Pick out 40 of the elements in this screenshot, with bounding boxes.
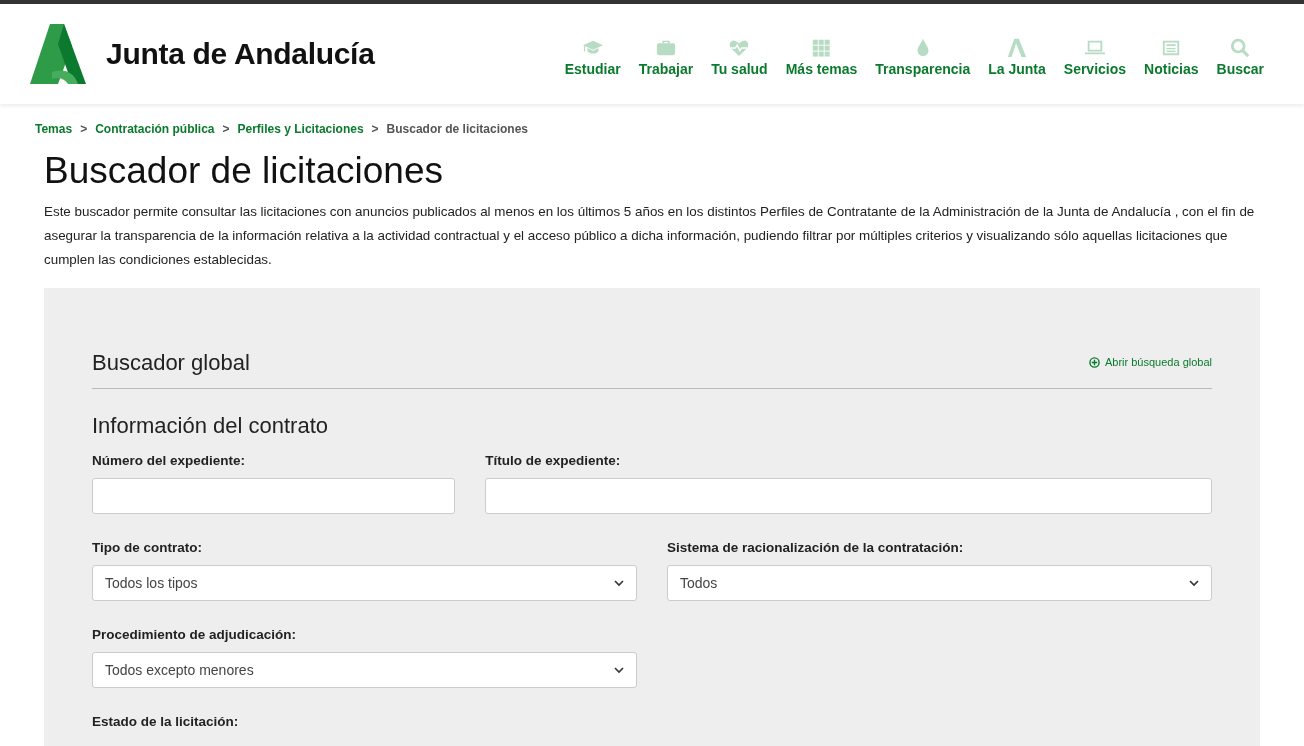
field-label: Número del expediente: bbox=[92, 453, 247, 468]
field-label: Sistema de racionalización de la contratación: bbox=[667, 540, 965, 555]
nav-link[interactable]: Transparencia bbox=[875, 37, 971, 77]
nav-link[interactable]: Tu salud bbox=[711, 37, 768, 77]
chevron-down-icon bbox=[614, 666, 624, 674]
text-field[interactable] bbox=[485, 478, 1212, 514]
nav-link[interactable]: Estudiar bbox=[564, 37, 621, 77]
dropdown[interactable]: Todos excepto menores bbox=[92, 652, 637, 688]
breadcrumb-link[interactable]: Contratación pública bbox=[95, 122, 215, 136]
panel-title: Buscador global bbox=[92, 350, 250, 376]
nav-link[interactable]: Servicios bbox=[1063, 37, 1127, 77]
nav-link[interactable]: Buscar bbox=[1216, 37, 1264, 77]
dropdown[interactable]: Todos bbox=[667, 565, 1212, 601]
plus-circle-icon bbox=[1088, 356, 1100, 368]
grid-icon bbox=[810, 37, 833, 57]
breadcrumb-separator: > bbox=[371, 122, 379, 136]
field-label: Título de expediente: bbox=[485, 453, 622, 468]
breadcrumb-separator: > bbox=[222, 122, 230, 136]
field-label: Tipo de contrato: bbox=[92, 540, 203, 555]
section-title: Información del contrato bbox=[92, 413, 330, 439]
field-label: Procedimiento de adjudicación: bbox=[92, 627, 298, 642]
breadcrumb-separator: > bbox=[80, 122, 88, 136]
nav-link[interactable]: Noticias bbox=[1144, 37, 1199, 77]
breadcrumb-link[interactable]: Temas bbox=[35, 122, 73, 136]
text-field[interactable] bbox=[92, 478, 456, 514]
logo-icon bbox=[1006, 37, 1028, 57]
nav-link[interactable]: Trabajar bbox=[638, 37, 694, 77]
nav-link[interactable]: Más temas bbox=[785, 37, 858, 77]
intro-paragraph: Este buscador permite consultar las licitaciones con anuncios publicados al menos en los últimos 5 años en los distintos Perfiles de Contratante de la Administración de la Junta de Andalucía , con el fin de asegurar la transparencia de la información relativa a la actividad contractual y el acceso público a dicha información, pudiendo filtrar por múltiples criterios y visualizando sólo aquellas licitaciones que cumplen las condiciones establecidas. bbox=[44, 203, 1256, 269]
chevron-down-icon bbox=[614, 579, 624, 587]
breadcrumb-link[interactable]: Perfiles y Licitaciones bbox=[237, 122, 364, 136]
chevron-down-icon bbox=[1189, 579, 1199, 587]
dropdown[interactable]: Todos los tipos bbox=[92, 565, 637, 601]
expand-link[interactable]: Abrir búsqueda global bbox=[1088, 356, 1212, 368]
page-title: Buscador de licitaciones bbox=[44, 150, 444, 192]
breadcrumb-current: Buscador de licitaciones bbox=[386, 122, 528, 136]
site-title[interactable]: Junta de Andalucía bbox=[106, 37, 375, 71]
nav-link[interactable]: La Junta bbox=[988, 37, 1046, 77]
field-label: Estado de la licitación: bbox=[92, 714, 240, 729]
search-icon bbox=[1229, 37, 1252, 57]
